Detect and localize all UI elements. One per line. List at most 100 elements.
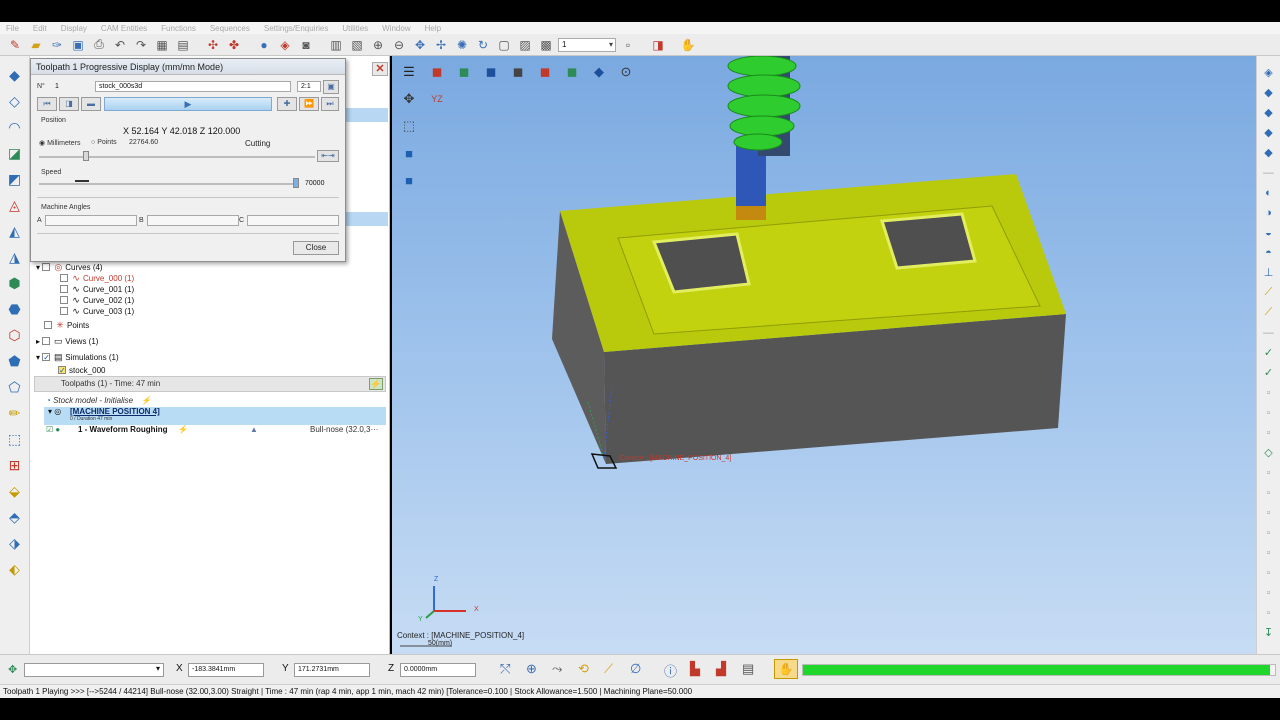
snap-icon[interactable]: ⤲ [500, 661, 510, 677]
toolpath-tool-icon[interactable]: ⬙ [4, 480, 26, 502]
pick-filter-select[interactable] [24, 663, 164, 677]
menu-window[interactable]: Window [382, 24, 410, 33]
zoom-icon[interactable]: ⊕ [369, 36, 387, 54]
pen-tool-icon[interactable]: ✏ [4, 402, 26, 424]
curve-tool-icon[interactable]: ◆ [4, 64, 26, 86]
pick-icon[interactable]: ✥ [8, 663, 17, 676]
save-icon[interactable]: ▣ [69, 36, 87, 54]
check-icon[interactable]: ✓ [1260, 344, 1278, 361]
position-slider-track[interactable] [39, 156, 315, 158]
cube-icon[interactable]: ◆ [1260, 84, 1278, 101]
tool-display-icon[interactable]: ⊥ [1260, 264, 1278, 281]
machine-tool-icon[interactable]: ⬡ [4, 324, 26, 346]
speed-slider-thumb[interactable] [293, 178, 299, 188]
x-value[interactable]: -183.3841mm [188, 663, 264, 677]
sim-toggle-icon[interactable]: ✋ [774, 659, 798, 679]
tree-stock[interactable]: stock_000 [34, 365, 386, 376]
3d-viewport[interactable]: ☰ ◼ ◼ ◼ ◼ ◼ ◼ ◆ ⊙ ✥ YZ ⬚ ■ ■ Context: [… [392, 56, 1256, 654]
cube-icon[interactable]: ◆ [1260, 124, 1278, 141]
millimeters-radio[interactable]: ◉ Millimeters [39, 139, 81, 147]
view-icon[interactable]: ▩ [537, 36, 555, 54]
sphere-icon[interactable]: ● [255, 36, 273, 54]
layers-icon[interactable]: ▥ [327, 36, 345, 54]
step-back-icon[interactable]: ◨ [59, 97, 79, 111]
snap6-icon[interactable]: ∅ [630, 661, 641, 677]
tree-curve-item[interactable]: ∿ Curve_000 (1) [34, 273, 386, 284]
tree-curves[interactable]: ▾ ◎ Curves (4) [34, 262, 386, 273]
n-value[interactable]: 1 [51, 81, 91, 92]
laptop-tool-icon[interactable]: ⬗ [4, 532, 26, 554]
speed-slider-track[interactable] [39, 183, 297, 185]
menu-utilities[interactable]: Utilities [342, 24, 368, 33]
probe-tool-icon[interactable]: ⬟ [4, 350, 26, 372]
tree-curve-item[interactable]: ∿ Curve_003 (1) [34, 306, 386, 317]
save-icon[interactable]: ▣ [323, 80, 339, 94]
package-tool-icon[interactable]: ⬖ [4, 558, 26, 580]
pointer-icon[interactable]: ✋ [679, 36, 697, 54]
view-combo[interactable]: 1 [558, 37, 616, 52]
stock-select[interactable]: stock_000s3d [95, 81, 291, 92]
first-frame-icon[interactable]: ⏮ [37, 97, 57, 111]
check2-icon[interactable]: ✓ [1260, 364, 1278, 381]
stock-model-init[interactable]: ◔ Stock model - Initialise ⚡ [46, 396, 151, 405]
fit-icon[interactable]: ▢ [495, 36, 513, 54]
ratio-select[interactable]: 2:1 [297, 81, 321, 92]
tree-views[interactable]: ▸ ▭ Views (1) [34, 336, 386, 347]
info-icon[interactable]: ⓘ [664, 661, 677, 680]
pan-icon[interactable]: ✥ [411, 36, 429, 54]
menu-display[interactable]: Display [61, 24, 87, 33]
axis-icon[interactable]: ✣ [204, 36, 222, 54]
tool-tool-icon[interactable]: ⬢ [4, 272, 26, 294]
surface-tool-icon[interactable]: ◪ [4, 142, 26, 164]
measure-icon[interactable]: ◨ [649, 36, 667, 54]
machine-position-row[interactable]: ▾ ◎ [MACHINE POSITION 4] 0 / Duration 47… [44, 407, 386, 425]
speed-value[interactable]: 70000 [301, 178, 339, 189]
last-frame-icon[interactable]: ⏭ [321, 97, 339, 111]
menu-help[interactable]: Help [425, 24, 441, 33]
panel-close-button[interactable]: ✕ [372, 62, 388, 76]
holder-tool-icon[interactable]: ⬣ [4, 298, 26, 320]
stock-icon[interactable]: ◐ [1260, 184, 1278, 201]
camera-icon[interactable]: ◙ [297, 36, 315, 54]
view-select-icon[interactable]: ▨ [516, 36, 534, 54]
menu-settings[interactable]: Settings/Enquiries [264, 24, 328, 33]
tree-points[interactable]: ✳ Points [34, 320, 386, 331]
menu-functions[interactable]: Functions [161, 24, 196, 33]
zoom-window-icon[interactable]: ⊖ [390, 36, 408, 54]
y-value[interactable]: 171.2731mm [294, 663, 370, 677]
rotate-icon[interactable]: ✢ [432, 36, 450, 54]
view-cube-icon[interactable]: ◈ [1260, 64, 1278, 81]
view-option-icon[interactable]: ▫ [619, 36, 637, 54]
calc-tool-icon[interactable]: ⊞ [4, 454, 26, 476]
cut-tool-icon[interactable]: ◬ [4, 194, 26, 216]
close-button[interactable]: Close [293, 241, 339, 255]
shaded-icon[interactable]: ◈ [276, 36, 294, 54]
window-icon[interactable]: ▤ [174, 36, 192, 54]
tree-simulations[interactable]: ▾ ▤Simulations (1) [34, 352, 386, 363]
tree-curve-item[interactable]: ∿ Curve_002 (1) [34, 295, 386, 306]
operation-row[interactable]: ☑ ● 1 - Waveform Roughing ⚡ ▲ Bull-nose … [44, 424, 386, 435]
report-icon[interactable]: ▤ [742, 661, 754, 677]
toolpaths-header[interactable]: Toolpaths (1) - Time: 47 min ⚡ [34, 376, 386, 392]
holder-icon[interactable]: ◓ [1260, 244, 1278, 261]
diamond-icon[interactable]: ◇ [1260, 444, 1278, 461]
snap4-icon[interactable]: ⟲ [578, 661, 589, 677]
toolpath-run-icon[interactable]: ⚡ [369, 378, 383, 390]
snap3-icon[interactable]: ⤳ [552, 661, 562, 677]
grid-icon[interactable]: ▦ [153, 36, 171, 54]
cube-icon[interactable]: ◆ [1260, 104, 1278, 121]
snap5-icon[interactable]: ⟋ [604, 661, 613, 677]
position-slider-thumb[interactable] [83, 151, 89, 161]
print-icon[interactable]: ⎙ [90, 36, 108, 54]
layout-icon[interactable]: ▧ [348, 36, 366, 54]
orbit-icon[interactable]: ✺ [453, 36, 471, 54]
redo-icon[interactable]: ↷ [132, 36, 150, 54]
line-tool-icon[interactable]: ◇ [4, 90, 26, 112]
stop-icon[interactable]: ▬ [81, 97, 101, 111]
path2-icon[interactable]: ⟋ [1260, 304, 1278, 321]
sim-tool-icon[interactable]: ⬘ [4, 506, 26, 528]
tree-curve-item[interactable]: ∿ Curve_001 (1) [34, 284, 386, 295]
range-icon[interactable]: ⇤⇥ [317, 150, 339, 162]
arrow-icon[interactable]: ↧ [1260, 624, 1278, 641]
macro-tool-icon[interactable]: ⬠ [4, 376, 26, 398]
